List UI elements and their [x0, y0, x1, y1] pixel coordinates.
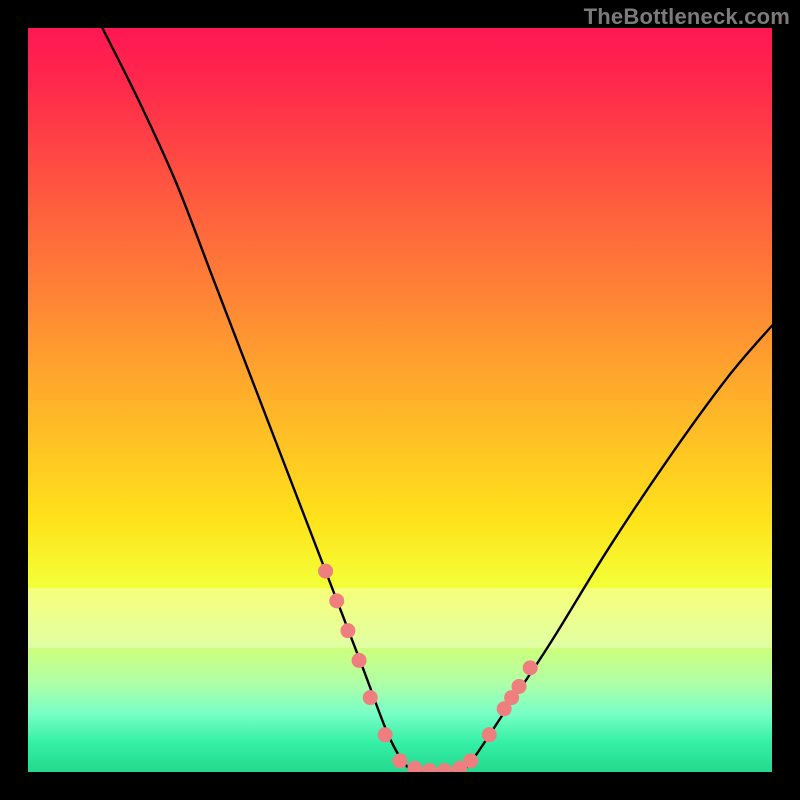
- highlight-dot: [512, 679, 527, 694]
- highlight-dot: [329, 593, 344, 608]
- highlight-dot: [378, 727, 393, 742]
- highlight-dots: [318, 564, 538, 772]
- highlight-dot: [407, 761, 422, 772]
- bottleneck-curve: [102, 28, 772, 772]
- highlight-dot: [523, 660, 538, 675]
- highlight-dot: [340, 623, 355, 638]
- highlight-dot: [363, 690, 378, 705]
- highlight-dot: [437, 763, 452, 772]
- highlight-dot: [393, 753, 408, 768]
- highlight-dot: [352, 653, 367, 668]
- highlight-dot: [318, 564, 333, 579]
- highlight-dot: [463, 753, 478, 768]
- highlight-dot: [422, 763, 437, 772]
- chart-frame: TheBottleneck.com: [0, 0, 800, 800]
- highlight-dot: [482, 727, 497, 742]
- watermark-text: TheBottleneck.com: [584, 4, 790, 30]
- plot-area: [28, 28, 772, 772]
- curve-layer: [28, 28, 772, 772]
